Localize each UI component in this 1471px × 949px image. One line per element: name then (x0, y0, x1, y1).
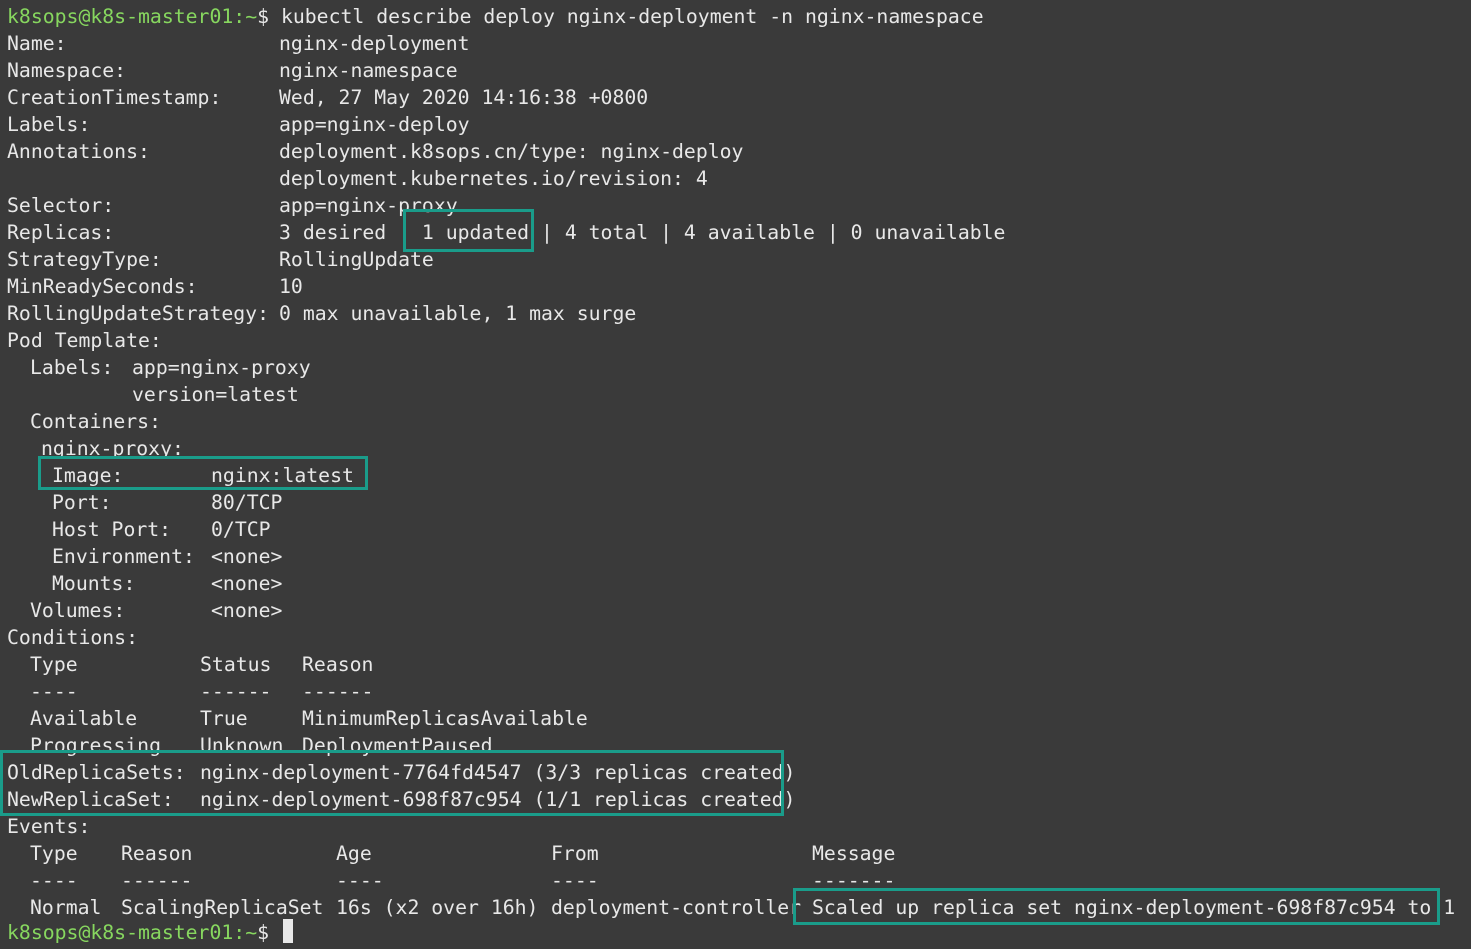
terminal-window[interactable]: k8sops@k8s-master01:~$ kubectl describe … (0, 0, 1471, 949)
prompt-user-host: k8sops@k8s-master01 (7, 921, 234, 944)
prompt-path: :~ (233, 5, 258, 28)
prompt-user-host: k8sops@k8s-master01 (7, 5, 234, 28)
text-cursor (282, 919, 293, 943)
prompt-symbol: $ (257, 921, 270, 944)
command-line: k8sops@k8s-master01:~$ kubectl describe … (7, 3, 984, 30)
command-text: kubectl describe deploy nginx-deployment… (280, 5, 984, 28)
prompt-symbol: $ (257, 5, 270, 28)
pod-template-header: Pod Template: (7, 329, 162, 352)
final-prompt-line[interactable]: k8sops@k8s-master01:~$ (7, 919, 293, 946)
events-header: Events: (7, 815, 91, 838)
conditions-header: Conditions: (7, 626, 139, 649)
prompt-path: :~ (233, 921, 258, 944)
